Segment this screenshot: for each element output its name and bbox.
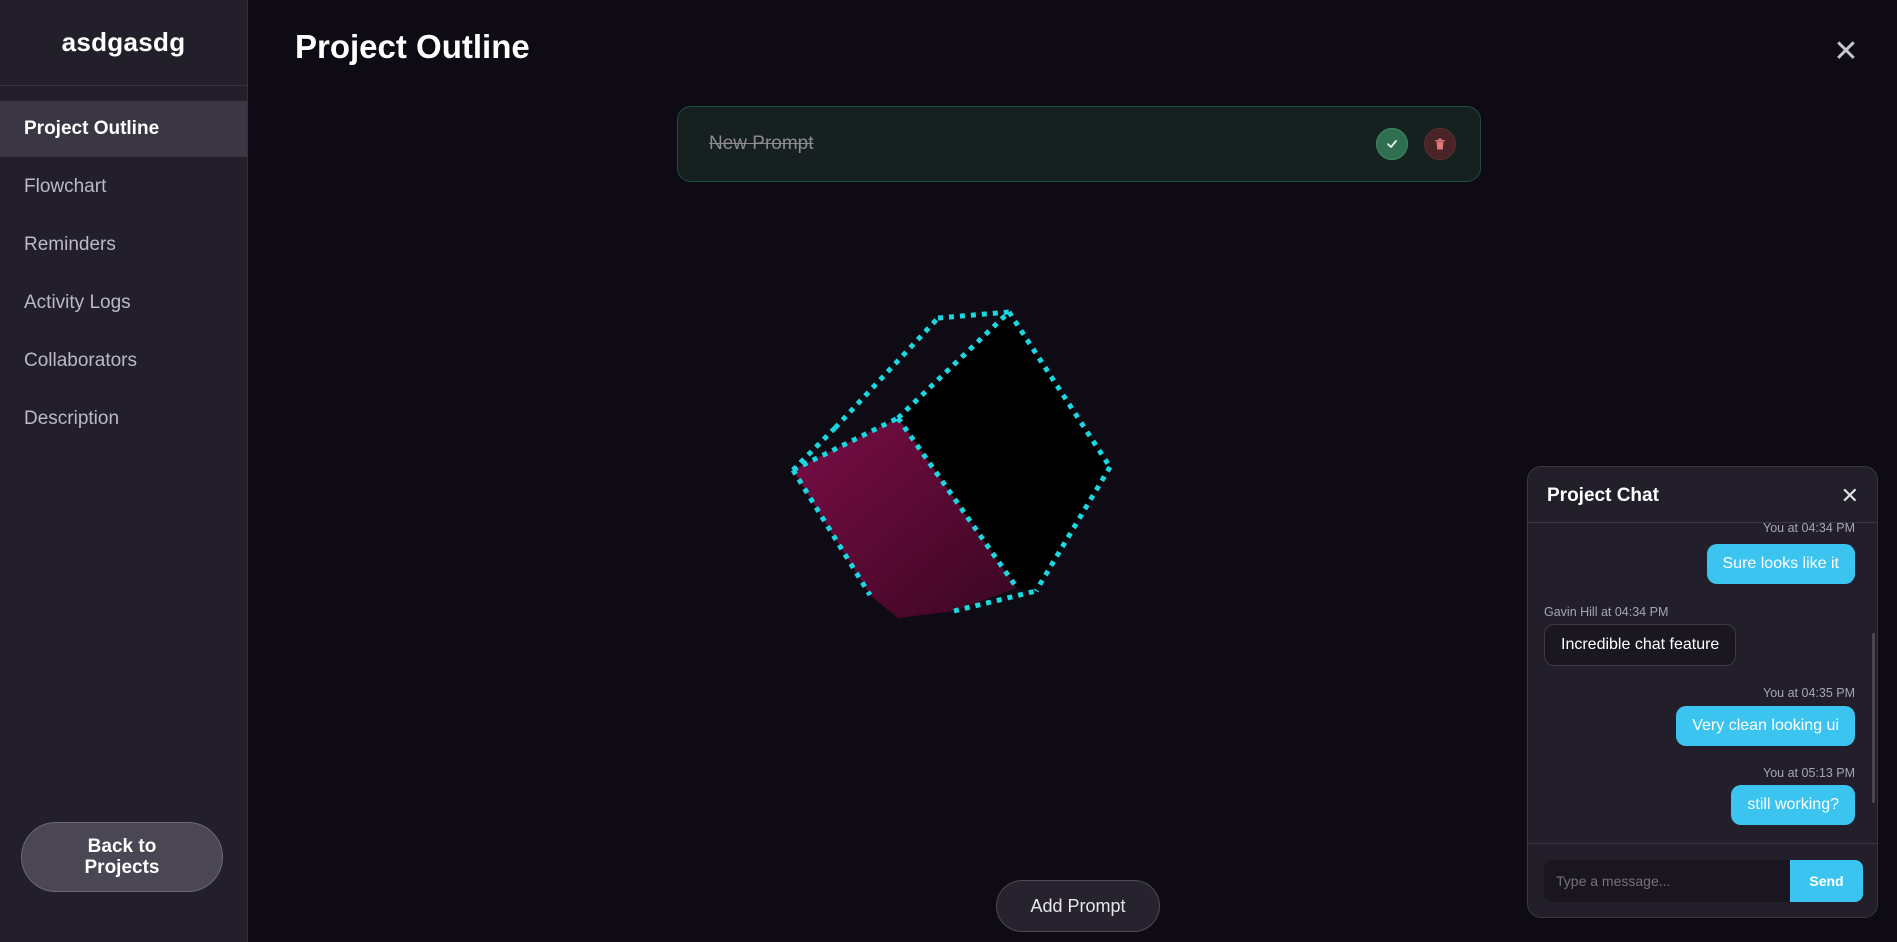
send-button[interactable]: Send [1790,860,1863,902]
complete-prompt-button[interactable] [1376,128,1408,160]
sidebar-item-flowchart[interactable]: Flowchart [0,159,247,215]
trash-icon [1435,138,1445,150]
add-prompt-button[interactable]: Add Prompt [996,880,1160,932]
cube-graphic [790,309,1113,618]
chat-messages[interactable]: You at 04:34 PM Sure looks like it Gavin… [1528,523,1877,843]
chat-title: Project Chat [1547,485,1659,506]
prompt-card: New Prompt [677,106,1481,182]
chat-footer: Send [1528,843,1877,917]
message-bubble: Very clean looking ui [1676,706,1855,746]
check-icon [1387,140,1397,148]
sidebar-nav: Project Outline Flowchart Reminders Acti… [0,101,247,447]
sidebar-item-project-outline[interactable]: Project Outline [0,101,247,157]
chat-scrollbar[interactable] [1872,633,1875,803]
back-to-projects-label: Back to Projects [84,836,160,878]
message-meta: You at 05:13 PM [1763,766,1855,780]
message-bubble: Incredible chat feature [1544,624,1737,666]
message-meta: You at 04:34 PM [1763,523,1855,535]
sidebar-item-description[interactable]: Description [0,391,247,447]
sidebar: asdgasdg Project Outline Flowchart Remin… [0,0,248,942]
delete-prompt-button[interactable] [1424,128,1456,160]
chat-message-input[interactable] [1544,860,1790,902]
sidebar-item-reminders[interactable]: Reminders [0,217,247,273]
page-title: Project Outline [295,28,530,65]
message-meta: You at 04:35 PM [1763,686,1855,700]
prompt-text[interactable]: New Prompt [709,133,814,155]
chat-close-icon[interactable]: ✕ [1841,483,1859,509]
project-name: asdgasdg [0,0,247,86]
sidebar-item-activity-logs[interactable]: Activity Logs [0,275,247,331]
message-bubble: Sure looks like it [1706,544,1855,584]
sidebar-item-collaborators[interactable]: Collaborators [0,333,247,389]
message-bubble: still working? [1731,785,1855,825]
cube-visualization [780,305,1120,625]
close-icon[interactable]: ✕ [1832,37,1860,67]
message-meta: Gavin Hill at 04:34 PM [1544,605,1669,619]
chat-header: Project Chat ✕ [1528,467,1877,523]
project-chat-panel: Project Chat ✕ You at 04:34 PM Sure look… [1527,466,1878,918]
back-to-projects-button[interactable]: Back to Projects [21,822,223,892]
